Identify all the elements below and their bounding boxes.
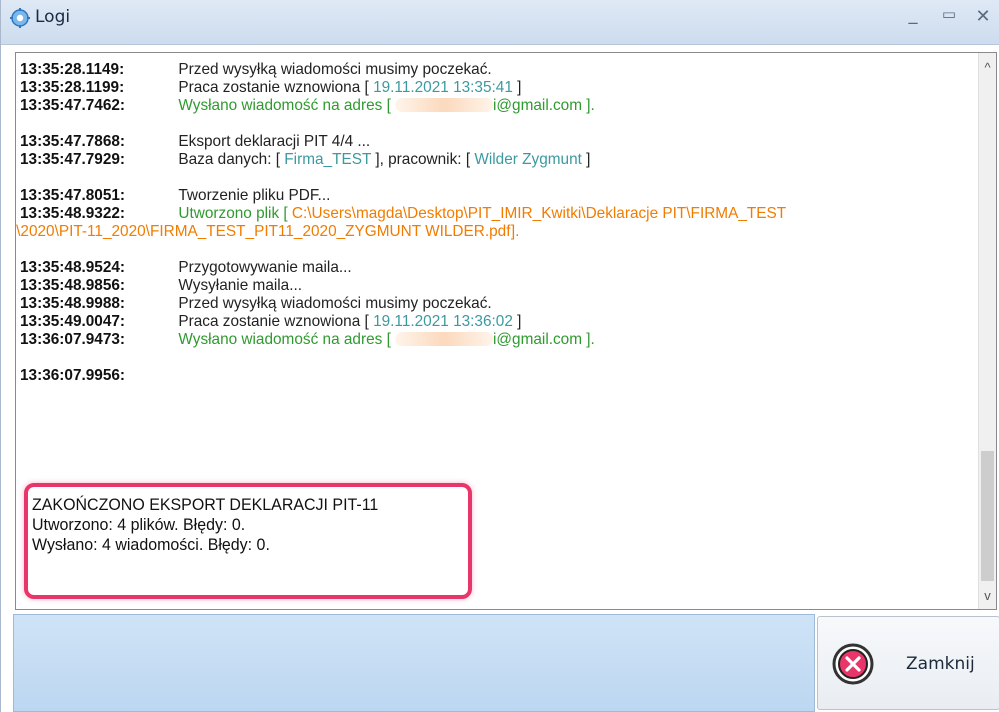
log-spacer [20, 115, 927, 133]
title-bar: Logi _ ▭ ✕ [1, 0, 999, 45]
vertical-scrollbar[interactable]: ^ v [978, 53, 996, 609]
log-spacer [20, 349, 927, 367]
gear-icon [10, 8, 30, 28]
log-text: \2020\PIT-11_2020\FIRMA_TEST_PIT11_2020_… [16, 223, 511, 240]
log-timestamp: 13:36:07.9473: [20, 331, 126, 348]
log-timestamp: 13:35:47.8051: [20, 187, 126, 204]
log-line: 13:35:49.0047: Praca zostanie wznowiona [… [20, 313, 927, 331]
log-timestamp: 13:35:48.9322: [20, 205, 126, 222]
summary-text: ZAKOŃCZONO EKSPORT DEKLARACJI PIT-11 Utw… [32, 495, 378, 555]
scroll-down-arrow-icon[interactable]: v [979, 583, 996, 609]
log-timestamp: 13:35:47.7462: [20, 97, 126, 114]
log-spacer [20, 169, 927, 187]
log-line: 13:35:47.8051: Tworzenie pliku PDF... [20, 187, 927, 205]
log-text: C:\Users\magda\Desktop\PIT_IMIR_Kwitki\D… [291, 205, 787, 222]
log-spacer [20, 241, 927, 259]
log-text: ], pracownik: [ [371, 151, 475, 168]
log-line: 13:35:28.1199: Praca zostanie wznowiona [… [20, 79, 927, 97]
log-content: 13:35:28.1149: Przed wysyłką wiadomości m… [16, 61, 927, 385]
redacted-email [395, 98, 494, 112]
log-line: 13:35:47.7868: Eksport deklaracji PIT 4/4… [20, 133, 927, 151]
log-line: 13:35:48.9322: Utworzono plik [ C:\Users\… [20, 205, 927, 223]
log-timestamp: 13:35:28.1149: [20, 61, 125, 78]
window-title: Logi [35, 7, 71, 27]
log-text: Praca zostanie wznowiona [ [178, 79, 374, 96]
close-button[interactable]: Zamknij [817, 616, 999, 710]
log-text: Tworzenie pliku PDF... [178, 187, 331, 204]
log-timestamp: 13:35:28.1199: [20, 79, 125, 96]
log-text: ]. [506, 223, 520, 240]
log-line: 13:35:48.9524: Przygotowywanie maila... [20, 259, 927, 277]
log-timestamp: 13:35:47.7929: [20, 151, 126, 168]
log-text: Praca zostanie wznowiona [ [178, 313, 374, 330]
log-timestamp: 13:35:48.9856: [20, 277, 126, 294]
log-text: 19.11.2021 13:35:41 [373, 79, 513, 96]
log-text: Przed wysyłką wiadomości musimy poczekać… [178, 61, 492, 78]
scroll-up-arrow-icon[interactable]: ^ [979, 53, 996, 83]
close-window-button[interactable]: ✕ [971, 6, 995, 27]
log-text: ] [581, 151, 591, 168]
log-timestamp: 13:35:48.9524: [20, 259, 126, 276]
log-window: Logi _ ▭ ✕ 13:35:28.1149: Przed wysyłką w… [0, 0, 999, 712]
log-text: Przed wysyłką wiadomości musimy poczekać… [178, 295, 492, 312]
redacted-email [395, 332, 494, 346]
log-text: 19.11.2021 13:36:02 [373, 313, 513, 330]
log-line: 13:36:07.9956: [20, 367, 927, 385]
log-text: i@gmail.com ]. [493, 97, 595, 114]
log-line: 13:35:47.7462: Wysłano wiadomość na adres… [20, 97, 927, 115]
log-timestamp: 13:36:07.9956: [20, 367, 126, 384]
log-text: Wysłano wiadomość na adres [ [178, 331, 396, 348]
log-timestamp: 13:35:47.7868: [20, 133, 126, 150]
summary-line: Wysłano: 4 wiadomości. Błędy: 0. [32, 535, 270, 554]
close-circle-icon [832, 643, 874, 685]
log-text: Przygotowywanie maila... [178, 259, 352, 276]
footer-panel [13, 614, 815, 712]
scrollbar-thumb[interactable] [981, 451, 994, 581]
log-timestamp: 13:35:49.0047: [20, 313, 126, 330]
log-text: Wilder Zygmunt [474, 151, 582, 168]
log-text: Firma_TEST [284, 151, 372, 168]
summary-line: Utworzono: 4 plików. Błędy: 0. [32, 515, 246, 534]
close-button-label: Zamknij [906, 654, 975, 674]
log-line: \2020\PIT-11_2020\FIRMA_TEST_PIT11_2020_… [16, 223, 927, 241]
log-textbox[interactable]: 13:35:28.1149: Przed wysyłką wiadomości m… [15, 52, 997, 610]
log-line: 13:35:28.1149: Przed wysyłką wiadomości m… [20, 61, 927, 79]
log-text: ] [512, 79, 522, 96]
log-line: 13:35:48.9988: Przed wysyłką wiadomości m… [20, 295, 927, 313]
log-text: i@gmail.com ]. [493, 331, 595, 348]
maximize-button[interactable]: ▭ [937, 5, 961, 23]
log-line: 13:36:07.9473: Wysłano wiadomość na adres… [20, 331, 927, 349]
summary-line: ZAKOŃCZONO EKSPORT DEKLARACJI PIT-11 [32, 495, 379, 514]
log-text: Utworzono plik [ [178, 205, 292, 222]
log-text: Wysyłanie maila... [178, 277, 303, 294]
log-timestamp: 13:35:48.9988: [20, 295, 126, 312]
minimize-button[interactable]: _ [901, 4, 925, 25]
summary-highlight-box: ZAKOŃCZONO EKSPORT DEKLARACJI PIT-11 Utw… [24, 483, 472, 599]
log-text: Baza danych: [ [178, 151, 285, 168]
log-line: 13:35:47.7929: Baza danych: [ Firma_TEST … [20, 151, 927, 169]
log-text: Wysłano wiadomość na adres [ [178, 97, 396, 114]
log-text: Eksport deklaracji PIT 4/4 ... [178, 133, 371, 150]
log-text: ] [512, 313, 522, 330]
log-line: 13:35:48.9856: Wysyłanie maila... [20, 277, 927, 295]
footer-bar: Zamknij [1, 612, 999, 712]
